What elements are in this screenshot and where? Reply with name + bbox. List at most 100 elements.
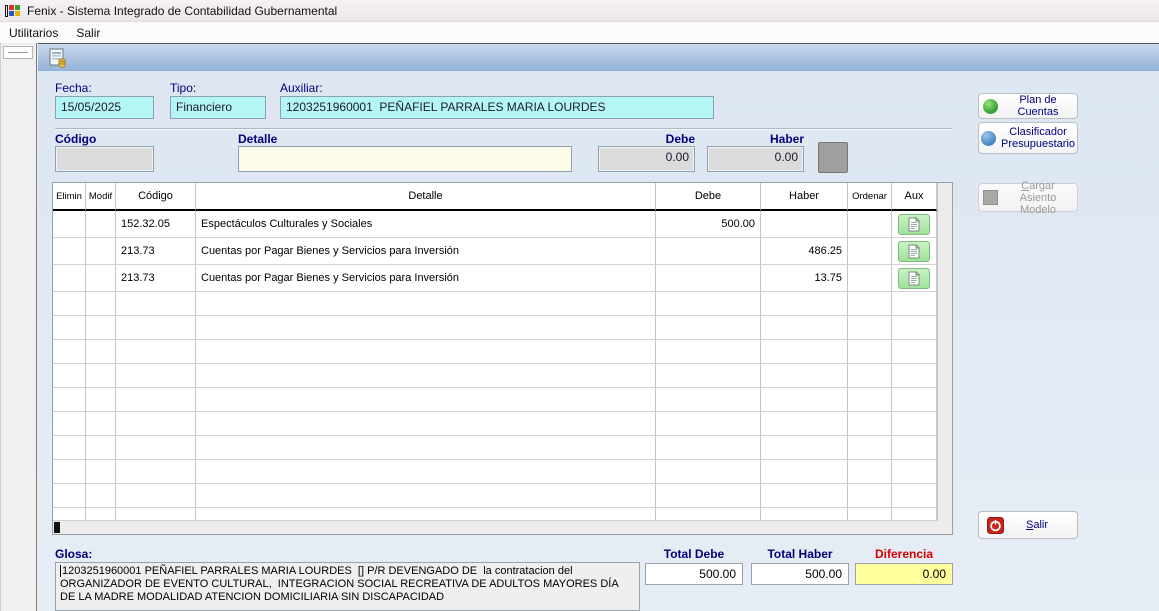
haber-label: Haber	[707, 132, 804, 146]
grid-header-row: EliminModifCódigoDetalleDebeHaberOrdenar…	[53, 183, 938, 211]
plan-de-cuentas-button[interactable]: Plan de Cuentas	[978, 93, 1078, 119]
cell-debe	[656, 238, 761, 265]
total-debe-label: Total Debe	[645, 547, 743, 561]
toolbar	[38, 44, 1159, 71]
empty-cell	[656, 316, 761, 340]
empty-cell	[53, 388, 86, 412]
cell-elimin[interactable]	[53, 265, 86, 292]
aux-detail-button[interactable]	[898, 241, 930, 262]
empty-cell	[53, 340, 86, 364]
debe-input[interactable]: 0.00	[598, 146, 695, 172]
cell-aux	[892, 238, 937, 265]
empty-cell	[196, 316, 656, 340]
cell-modif[interactable]	[86, 265, 116, 292]
cell-aux	[892, 265, 937, 292]
empty-cell	[86, 412, 116, 436]
empty-cell	[848, 388, 892, 412]
cell-codigo: 213.73	[116, 238, 196, 265]
empty-cell	[892, 436, 937, 460]
cell-elimin[interactable]	[53, 238, 86, 265]
empty-cell	[86, 316, 116, 340]
codigo-input[interactable]	[55, 146, 154, 172]
empty-cell	[892, 412, 937, 436]
blue-sphere-icon	[981, 131, 996, 146]
journal-entry-icon[interactable]	[47, 47, 69, 69]
dock-grip[interactable]	[3, 46, 33, 59]
empty-cell	[116, 388, 196, 412]
detalle-label: Detalle	[238, 132, 277, 146]
grid-header-modif: Modif	[86, 183, 116, 211]
empty-cell	[196, 340, 656, 364]
empty-cell	[196, 292, 656, 316]
grid-data-row[interactable]: 213.73Cuentas por Pagar Bienes y Servici…	[53, 265, 938, 292]
cell-ordenar[interactable]	[848, 265, 892, 292]
menu-salir[interactable]: Salir	[67, 23, 109, 43]
cell-ordenar[interactable]	[848, 238, 892, 265]
detalle-input[interactable]	[238, 146, 572, 172]
empty-cell	[196, 388, 656, 412]
empty-cell	[761, 292, 848, 316]
title-bar: Fenix - Sistema Integrado de Contabilida…	[0, 0, 1159, 22]
grid-hscroll-thumb[interactable]	[54, 522, 60, 533]
grid-header-elimin: Elimin	[53, 183, 86, 211]
menu-utilitarios[interactable]: Utilitarios	[0, 23, 67, 43]
empty-cell	[86, 340, 116, 364]
empty-cell	[116, 292, 196, 316]
grid-empty-row	[53, 364, 938, 388]
empty-cell	[892, 316, 937, 340]
grid-horizontal-scrollbar[interactable]	[53, 520, 938, 534]
tipo-input[interactable]: Financiero	[170, 96, 266, 119]
empty-cell	[656, 436, 761, 460]
empty-cell	[116, 340, 196, 364]
grid-vertical-scrollbar[interactable]	[937, 183, 952, 534]
document-icon	[908, 271, 920, 286]
cell-elimin[interactable]	[53, 211, 86, 238]
aux-detail-button[interactable]	[898, 214, 930, 235]
document-icon	[908, 244, 920, 259]
haber-input[interactable]: 0.00	[707, 146, 804, 172]
grid-empty-row	[53, 340, 938, 364]
add-line-button[interactable]	[818, 142, 848, 173]
cell-modif[interactable]	[86, 238, 116, 265]
cell-modif[interactable]	[86, 211, 116, 238]
grid-data-row[interactable]: 213.73Cuentas por Pagar Bienes y Servici…	[53, 238, 938, 265]
cell-ordenar[interactable]	[848, 211, 892, 238]
empty-cell	[116, 436, 196, 460]
empty-cell	[53, 412, 86, 436]
clasificador-presupuestario-button[interactable]: Clasificador Presupuestario	[978, 122, 1078, 154]
total-haber-field: 500.00	[751, 563, 849, 585]
fecha-input[interactable]: 15/05/2025	[55, 96, 154, 119]
auxiliar-input[interactable]: 1203251960001 PEÑAFIEL PARRALES MARIA LO…	[280, 96, 714, 119]
empty-cell	[86, 364, 116, 388]
empty-cell	[86, 388, 116, 412]
grid-header-haber: Haber	[761, 183, 848, 211]
empty-cell	[656, 292, 761, 316]
empty-cell	[761, 412, 848, 436]
power-icon	[987, 517, 1004, 534]
grid-empty-row	[53, 292, 938, 316]
salir-button[interactable]: Salir	[978, 511, 1078, 539]
grid-header-ordenar: Ordenar	[848, 183, 892, 211]
empty-cell	[116, 484, 196, 508]
empty-cell	[761, 388, 848, 412]
empty-cell	[53, 460, 86, 484]
empty-cell	[761, 364, 848, 388]
auxiliar-label: Auxiliar:	[280, 81, 323, 95]
aux-detail-button[interactable]	[898, 268, 930, 289]
diferencia-label: Diferencia	[855, 547, 953, 561]
empty-cell	[656, 412, 761, 436]
empty-cell	[848, 436, 892, 460]
grid-data-row[interactable]: 152.32.05Espectáculos Culturales y Socia…	[53, 211, 938, 238]
empty-cell	[53, 316, 86, 340]
cargar-asiento-modelo-button: Cargar Asiento Modelo	[978, 183, 1078, 212]
glosa-textarea[interactable]: 1203251960001 PEÑAFIEL PARRALES MARIA LO…	[55, 562, 640, 611]
grid-header-aux: Aux	[892, 183, 937, 211]
cell-detalle: Cuentas por Pagar Bienes y Servicios par…	[196, 265, 656, 292]
cell-haber: 486.25	[761, 238, 848, 265]
plan-de-cuentas-label: Plan de Cuentas	[1003, 94, 1073, 118]
grid-empty-row	[53, 388, 938, 412]
empty-cell	[656, 340, 761, 364]
cell-debe: 500.00	[656, 211, 761, 238]
grid-empty-row	[53, 316, 938, 340]
empty-cell	[53, 436, 86, 460]
